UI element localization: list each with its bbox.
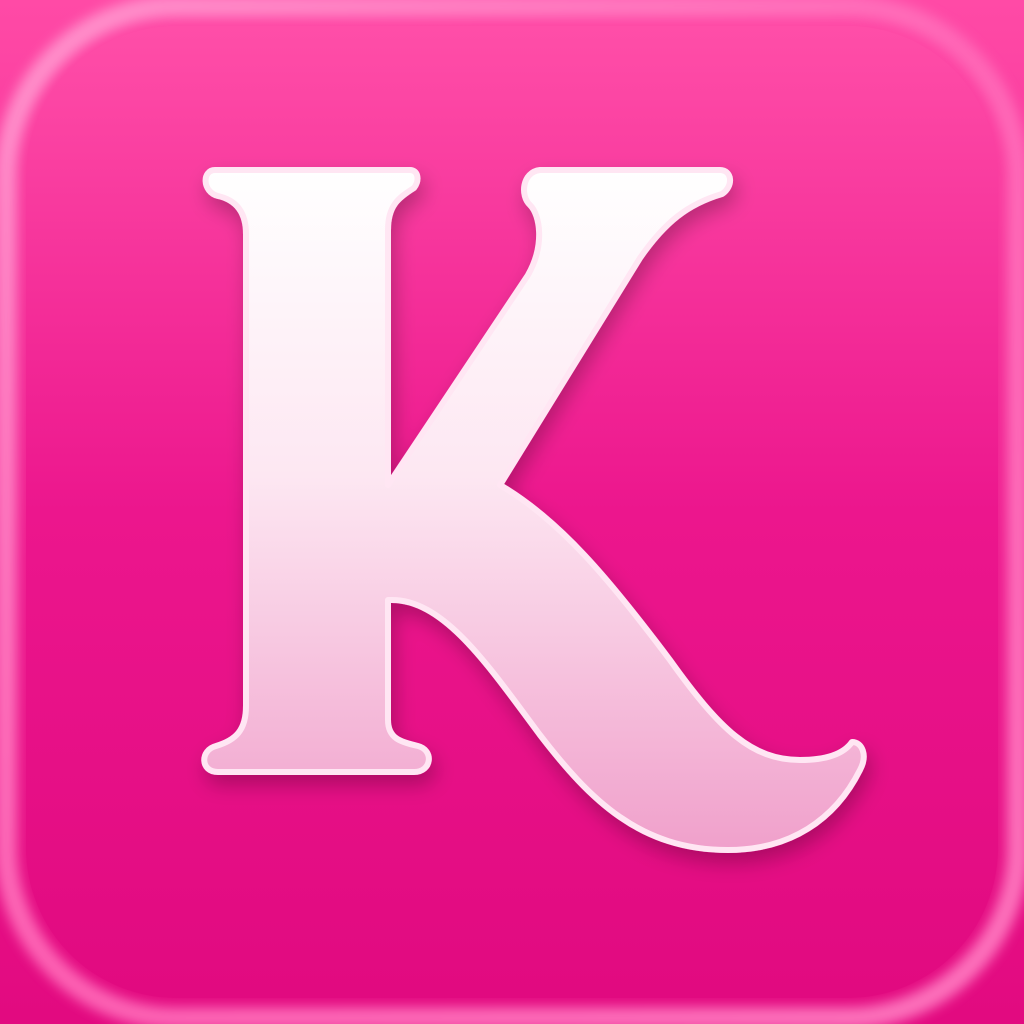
- app-icon: [0, 0, 1024, 1024]
- app-icon-graphic: [0, 0, 1024, 1024]
